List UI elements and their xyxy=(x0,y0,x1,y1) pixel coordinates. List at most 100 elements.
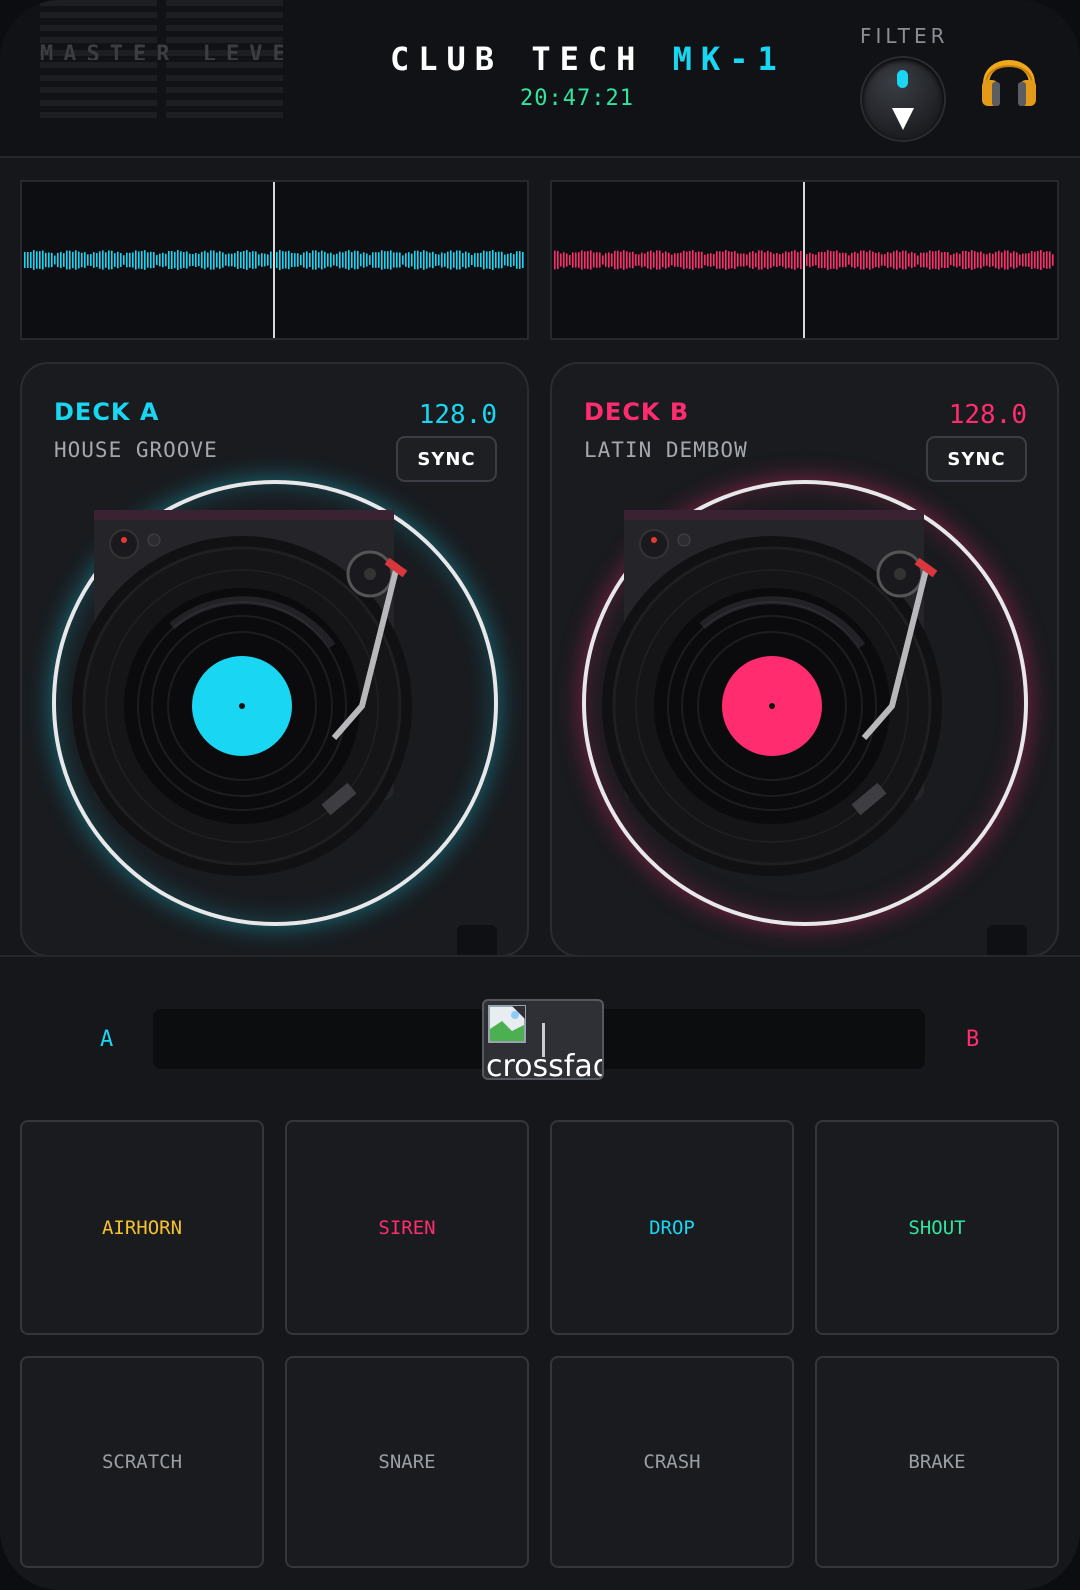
waveform-bar xyxy=(162,252,164,268)
waveform-bar xyxy=(593,252,595,268)
deck-a-sync-button[interactable]: SYNC xyxy=(396,436,497,482)
pad-airhorn[interactable]: AIRHORN xyxy=(20,1120,264,1335)
waveform-bar xyxy=(800,250,802,270)
pad-siren[interactable]: SIREN xyxy=(285,1120,529,1335)
waveform-bar xyxy=(309,252,311,268)
pad-scratch[interactable]: SCRATCH xyxy=(20,1356,264,1568)
waveform-bar xyxy=(477,253,479,267)
pad-drop[interactable]: DROP xyxy=(550,1120,794,1335)
waveform-bar xyxy=(581,250,583,270)
waveform-bar xyxy=(426,251,428,269)
waveform-bar xyxy=(39,251,41,269)
waveform-bar xyxy=(402,255,404,265)
waveform-bar xyxy=(767,250,769,270)
waveform-bar xyxy=(147,252,149,268)
pad-snare[interactable]: SNARE xyxy=(285,1356,529,1568)
waveform-bar xyxy=(435,253,437,267)
waveform-bar xyxy=(890,252,892,268)
waveform-bar xyxy=(794,250,796,270)
deck-a-corner-button[interactable] xyxy=(457,925,497,955)
crossfader-handle[interactable]: crossfader xyxy=(482,999,604,1080)
waveform-bar xyxy=(917,255,919,265)
waveform-bar xyxy=(704,254,706,266)
waveform-bar xyxy=(195,252,197,268)
waveform-bar xyxy=(36,251,38,269)
waveform-bar xyxy=(450,250,452,270)
waveform-bar xyxy=(276,251,278,269)
waveform-bar xyxy=(686,251,688,269)
waveform-bar xyxy=(677,253,679,267)
waveform-bar xyxy=(914,253,916,267)
waveform-bar xyxy=(132,252,134,268)
waveform-bar xyxy=(165,253,167,267)
waveform-bar xyxy=(992,253,994,267)
waveform-bar xyxy=(668,252,670,268)
waveform-bar xyxy=(596,252,598,268)
turntable-icon[interactable] xyxy=(72,506,482,906)
waveform-bar xyxy=(516,251,518,269)
waveform-a-svg xyxy=(24,182,524,338)
waveform-bar xyxy=(186,251,188,269)
headphones-icon[interactable] xyxy=(980,46,1038,110)
waveform-bar xyxy=(1010,252,1012,268)
waveform-bar xyxy=(653,252,655,268)
waveform-bar xyxy=(345,251,347,269)
waveform-deck-b[interactable] xyxy=(550,180,1059,340)
waveform-bar xyxy=(854,251,856,269)
waveform-bar xyxy=(354,250,356,270)
waveform-bar xyxy=(312,250,314,270)
waveform-b-svg xyxy=(554,182,1054,338)
waveform-bar xyxy=(66,250,68,270)
waveform-bar xyxy=(138,251,140,269)
waveform-bar xyxy=(267,254,269,266)
pad-brake[interactable]: BRAKE xyxy=(815,1356,1059,1568)
waveform-bar xyxy=(608,252,610,268)
waveform-bar xyxy=(432,251,434,269)
waveform-bar xyxy=(662,252,664,268)
waveform-bar xyxy=(90,254,92,266)
waveform-bar xyxy=(1022,253,1024,267)
deck-b-name: DECK B xyxy=(584,398,690,426)
clock: 20:47:21 xyxy=(520,86,634,111)
waveform-bar xyxy=(779,254,781,266)
deck-b-track: LATIN DEMBOW xyxy=(584,438,748,462)
waveform-bar xyxy=(905,250,907,270)
waveform-bar xyxy=(42,250,44,270)
waveform-bar xyxy=(279,250,281,270)
waveform-bar xyxy=(938,250,940,270)
waveform-bar xyxy=(123,255,125,265)
filter-knob[interactable] xyxy=(862,58,944,140)
deck-a-bpm: 128.0 xyxy=(418,400,497,430)
waveform-bar xyxy=(587,251,589,269)
waveform-bar xyxy=(396,252,398,268)
pad-crash[interactable]: CRASH xyxy=(550,1356,794,1568)
waveform-bar xyxy=(249,252,251,268)
waveform-bar xyxy=(815,254,817,266)
waveform-bar xyxy=(342,252,344,268)
waveform-bar xyxy=(746,254,748,266)
waveform-bar xyxy=(833,251,835,269)
waveform-bar xyxy=(228,253,230,267)
turntable-icon[interactable] xyxy=(602,506,1012,906)
waveform-bar xyxy=(977,252,979,268)
waveform-bar xyxy=(234,253,236,267)
waveform-bar xyxy=(390,250,392,270)
deck-b-corner-button[interactable] xyxy=(987,925,1027,955)
waveform-bar xyxy=(108,250,110,270)
waveform-deck-a[interactable] xyxy=(20,180,529,340)
waveform-bar xyxy=(369,255,371,265)
waveform-bar xyxy=(153,252,155,268)
waveform-bar xyxy=(57,252,59,268)
waveform-bar xyxy=(504,254,506,266)
waveform-bar xyxy=(617,250,619,270)
pad-shout[interactable]: SHOUT xyxy=(815,1120,1059,1335)
crossfader-section: A crossfader B xyxy=(0,955,1080,1090)
waveform-bar xyxy=(701,251,703,269)
waveform-bar xyxy=(498,251,500,269)
waveform-bar xyxy=(231,253,233,267)
waveform-bar xyxy=(330,252,332,268)
waveform-bar xyxy=(638,254,640,266)
waveform-bar xyxy=(204,250,206,270)
waveform-bar xyxy=(1001,252,1003,268)
deck-b-sync-button[interactable]: SYNC xyxy=(926,436,1027,482)
